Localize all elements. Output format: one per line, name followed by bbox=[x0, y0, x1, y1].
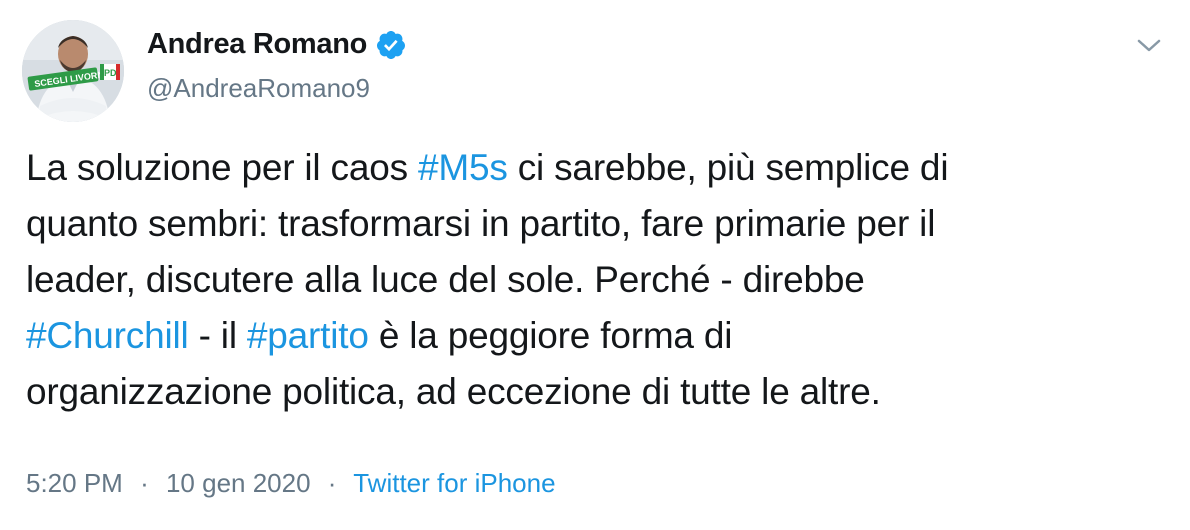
avatar-logo-text: PD bbox=[104, 68, 117, 78]
tweet-meta: 5:20 PM · 10 gen 2020 · Twitter for iPho… bbox=[26, 468, 556, 499]
tweet-line: leader, discutere alla luce del sole. Pe… bbox=[26, 252, 1176, 308]
user-handle[interactable]: @AndreaRomano9 bbox=[147, 73, 370, 104]
display-name[interactable]: Andrea Romano bbox=[147, 28, 407, 61]
tweet-source-link[interactable]: Twitter for iPhone bbox=[353, 468, 555, 498]
tweet-text-segment: quanto sembri: trasformarsi in partito, … bbox=[26, 203, 936, 244]
meta-separator-2: · bbox=[327, 468, 337, 498]
tweet-text-segment: è la peggiore forma di bbox=[368, 315, 733, 356]
meta-separator: · bbox=[140, 468, 149, 498]
tweet-text-segment: organizzazione politica, ad eccezione di… bbox=[26, 371, 881, 412]
hashtag-link[interactable]: #M5s bbox=[418, 147, 508, 188]
hashtag-link[interactable]: #partito bbox=[247, 315, 369, 356]
tweet-time[interactable]: 5:20 PM bbox=[26, 468, 123, 498]
tweet-text: La soluzione per il caos #M5s ci sarebbe… bbox=[26, 140, 1176, 420]
avatar[interactable]: SCEGLI LIVORNO PD bbox=[22, 20, 124, 122]
tweet-date[interactable]: 10 gen 2020 bbox=[166, 468, 311, 498]
verified-badge-icon bbox=[375, 29, 407, 61]
display-name-text[interactable]: Andrea Romano bbox=[147, 28, 367, 61]
avatar-image: SCEGLI LIVORNO PD bbox=[22, 20, 124, 122]
tweet-text-segment: ci sarebbe, più semplice di bbox=[507, 147, 949, 188]
tweet-line: #Churchill - il #partito è la peggiore f… bbox=[26, 308, 1176, 364]
hashtag-link[interactable]: #Churchill bbox=[26, 315, 189, 356]
tweet-line: organizzazione politica, ad eccezione di… bbox=[26, 364, 1176, 420]
tweet-line: La soluzione per il caos #M5s ci sarebbe… bbox=[26, 140, 1176, 196]
chevron-down-icon[interactable] bbox=[1134, 31, 1164, 61]
tweet-text-segment: - il bbox=[188, 315, 247, 356]
tweet-line: quanto sembri: trasformarsi in partito, … bbox=[26, 196, 1176, 252]
tweet-text-segment: leader, discutere alla luce del sole. Pe… bbox=[26, 259, 865, 300]
tweet-text-segment: La soluzione per il caos bbox=[26, 147, 418, 188]
